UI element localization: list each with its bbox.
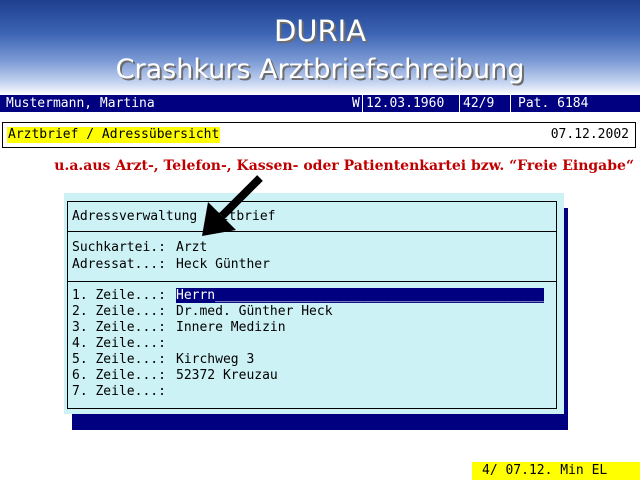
line-4-label: 4. Zeile...: bbox=[72, 336, 166, 351]
line-6-input[interactable]: 52372 Kreuzau bbox=[176, 368, 278, 383]
adressat-field[interactable]: Heck Günther bbox=[176, 257, 270, 272]
status-bar: 4/ 07.12. Min EL bbox=[472, 462, 640, 480]
line-1-value: Herrn bbox=[176, 288, 216, 303]
line-1-input[interactable]: Herrn___________________________________… bbox=[176, 288, 544, 303]
patient-sex: W bbox=[352, 96, 360, 111]
section-header: Arztbrief / Adressübersicht 07.12.2002 bbox=[2, 122, 636, 148]
patient-age: 42/9 bbox=[463, 96, 495, 111]
title-line-2: Crashkurs Arztbriefschreibung bbox=[115, 54, 525, 85]
line-2-input[interactable]: Dr.med. Günther Heck bbox=[176, 304, 333, 319]
line-6-label: 6. Zeile...: bbox=[72, 368, 166, 383]
patient-number: Pat. 6184 bbox=[518, 96, 589, 111]
title-line-1: DURIA bbox=[273, 14, 367, 48]
line-1-label: 1. Zeile...: bbox=[72, 288, 166, 303]
line-7-label: 7. Zeile...: bbox=[72, 384, 166, 399]
line-5-input[interactable]: Kirchweg 3 bbox=[176, 352, 254, 367]
suchkartei-field[interactable]: Arzt bbox=[176, 240, 207, 255]
line-3-input[interactable]: Innere Medizin bbox=[176, 320, 286, 335]
current-date: 07.12.2002 bbox=[550, 127, 629, 142]
line-5-label: 5. Zeile...: bbox=[72, 352, 166, 367]
adressat-label: Adressat...: bbox=[72, 257, 166, 272]
line-3-label: 3. Zeile...: bbox=[72, 320, 166, 335]
patient-birthdate: 12.03.1960 bbox=[366, 96, 445, 111]
section-title: Arztbrief / Adressübersicht bbox=[7, 127, 221, 143]
arrow-icon bbox=[202, 175, 263, 236]
line-2-label: 2. Zeile...: bbox=[72, 304, 166, 319]
patient-bar: Mustermann, Martina W 12.03.1960 42/9 Pa… bbox=[0, 95, 640, 112]
suchkartei-label: Suchkartei.: bbox=[72, 240, 166, 255]
annotation-text: u.a.aus Arzt-, Telefon-, Kassen- oder Pa… bbox=[54, 158, 634, 174]
patient-name: Mustermann, Martina bbox=[6, 96, 155, 111]
